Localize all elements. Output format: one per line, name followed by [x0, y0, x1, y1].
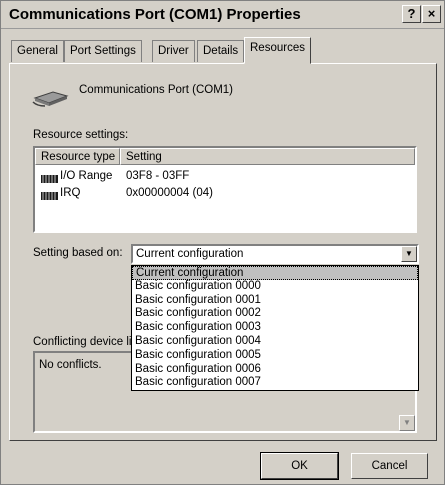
dropdown-arrow-icon[interactable]: ▼: [401, 246, 417, 262]
device-name: Communications Port (COM1): [79, 84, 234, 96]
cancel-button[interactable]: Cancel: [351, 453, 428, 479]
serial-port-icon: [32, 91, 69, 107]
window-title: Communications Port (COM1) Properties: [9, 6, 301, 23]
dropdown-option[interactable]: Basic configuration 0005: [132, 349, 418, 363]
tab-general[interactable]: General: [11, 40, 64, 62]
setting-based-on-dropdown: Current configuration Basic configuratio…: [131, 265, 419, 391]
setting-based-on-label: Setting based on:: [33, 247, 123, 259]
chip-icon: [41, 172, 58, 183]
tab-driver[interactable]: Driver: [152, 40, 195, 62]
dropdown-option[interactable]: Basic configuration 0004: [132, 335, 418, 349]
properties-dialog: Communications Port (COM1) Properties ? …: [0, 0, 445, 485]
selected-value: Current configuration: [136, 248, 244, 260]
resource-settings-label: Resource settings:: [33, 129, 129, 141]
dropdown-option[interactable]: Basic configuration 0007: [132, 376, 418, 390]
resource-setting: 0x00000004 (04): [126, 187, 213, 199]
resource-type: IRQ: [60, 187, 81, 199]
setting-based-on-select[interactable]: Current configuration ▼: [131, 244, 419, 264]
dropdown-option[interactable]: Basic configuration 0002: [132, 307, 418, 321]
tab-details[interactable]: Details: [197, 40, 245, 62]
scroll-down-arrow-icon[interactable]: ▼: [399, 415, 415, 431]
conflicts-text: No conflicts.: [39, 359, 102, 371]
dropdown-option[interactable]: Basic configuration 0000: [132, 280, 418, 294]
resource-list: Resource type Setting I/O Range 03F8 - 0…: [33, 146, 417, 233]
resource-row-irq[interactable]: IRQ: [41, 185, 80, 201]
resource-setting: 03F8 - 03FF: [126, 170, 190, 182]
dropdown-option[interactable]: Basic configuration 0003: [132, 321, 418, 335]
dropdown-option[interactable]: Current configuration: [132, 266, 418, 280]
resource-type: I/O Range: [60, 170, 113, 182]
dropdown-option[interactable]: Basic configuration 0006: [132, 363, 418, 377]
tab-port-settings[interactable]: Port Settings: [64, 40, 142, 62]
conflicting-devices-label: Conflicting device li: [33, 336, 132, 348]
ok-button[interactable]: OK: [260, 452, 339, 480]
column-header-resource-type[interactable]: Resource type: [35, 148, 120, 165]
tab-resources[interactable]: Resources: [244, 37, 311, 64]
title-bar: Communications Port (COM1) Properties ? …: [1, 1, 444, 29]
resource-row-io-range[interactable]: I/O Range: [41, 168, 112, 184]
chip-icon: [41, 189, 58, 200]
dropdown-option[interactable]: Basic configuration 0001: [132, 294, 418, 308]
close-button[interactable]: ×: [422, 5, 441, 23]
column-header-setting[interactable]: Setting: [120, 148, 415, 165]
help-button[interactable]: ?: [402, 5, 421, 23]
